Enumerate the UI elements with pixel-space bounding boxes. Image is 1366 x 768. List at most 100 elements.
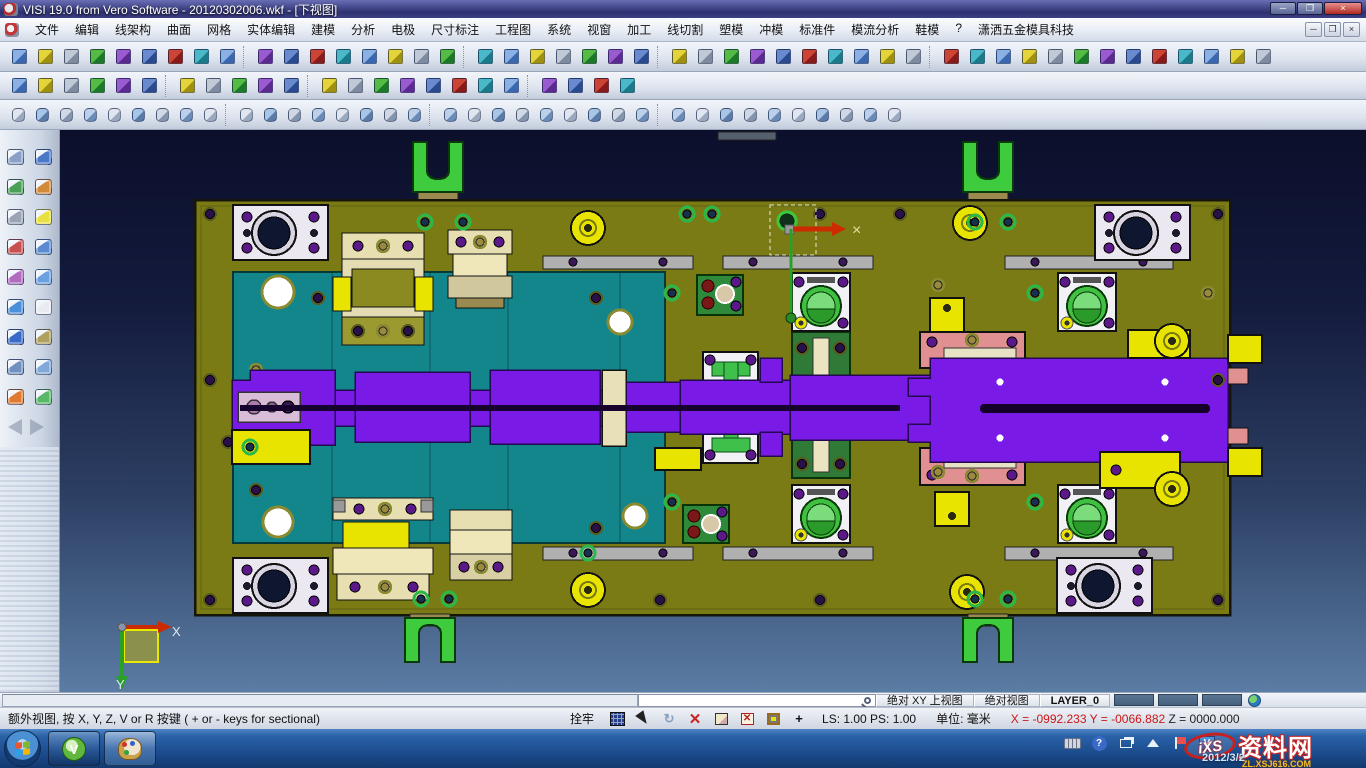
slider-unit-bottom-left[interactable]: [333, 498, 433, 600]
menu-item-18[interactable]: 模流分析: [843, 18, 907, 41]
toolbar2-icon-11[interactable]: [317, 74, 341, 98]
retainer-card-bottom[interactable]: [683, 505, 729, 543]
undo-reverse-icon[interactable]: [30, 354, 56, 379]
lifting-hook-bottom-left[interactable]: [405, 614, 455, 662]
toolbar1-icon-0[interactable]: [7, 45, 31, 69]
refresh-icon[interactable]: ↻: [660, 710, 678, 727]
toolbar1-icon-5[interactable]: [137, 45, 161, 69]
toolbar1-icon-1[interactable]: [33, 45, 57, 69]
zoom-view-icon[interactable]: [2, 144, 28, 169]
dimension-tool-icon[interactable]: [30, 324, 56, 349]
toolbar3-icon-14[interactable]: [355, 104, 377, 126]
toolbar2-icon-3[interactable]: [85, 74, 109, 98]
menu-item-11[interactable]: 系统: [539, 18, 579, 41]
profile-extract-icon[interactable]: [30, 204, 56, 229]
toolbar1-icon-34[interactable]: [939, 45, 963, 69]
toolbar2-icon-10[interactable]: [279, 74, 303, 98]
lifter-card-top-right[interactable]: [1058, 273, 1116, 331]
cad-viewport[interactable]: × X Y: [60, 130, 1366, 692]
close-button[interactable]: ×: [1324, 2, 1362, 15]
toolbar1-icon-14[interactable]: [383, 45, 407, 69]
select-frame-icon[interactable]: [2, 174, 28, 199]
maximize-button[interactable]: ❐: [1297, 2, 1323, 15]
toolbar1-icon-31[interactable]: [849, 45, 873, 69]
target-box-icon[interactable]: [764, 710, 782, 727]
menu-item-7[interactable]: 分析: [343, 18, 383, 41]
toolbar3-icon-1[interactable]: [31, 104, 53, 126]
toolbar3-icon-2[interactable]: [55, 104, 77, 126]
menu-item-16[interactable]: 冲模: [751, 18, 791, 41]
toolbar3-icon-10[interactable]: [259, 104, 281, 126]
toolbar3-icon-5[interactable]: [127, 104, 149, 126]
toolbar2-icon-2[interactable]: [59, 74, 83, 98]
toolbar2-icon-7[interactable]: [201, 74, 225, 98]
guide-bushing-plate-top-right[interactable]: [1095, 205, 1190, 260]
toolbar3-icon-24[interactable]: [607, 104, 629, 126]
toolbar2-icon-12[interactable]: [343, 74, 367, 98]
toolbar2-icon-6[interactable]: [175, 74, 199, 98]
start-button[interactable]: [4, 730, 41, 767]
toolbar1-icon-13[interactable]: [357, 45, 381, 69]
toolbar3-icon-35[interactable]: [883, 104, 905, 126]
toolbar3-icon-29[interactable]: [739, 104, 761, 126]
freehand-sketch-icon[interactable]: [30, 234, 56, 259]
toolbar1-icon-38[interactable]: [1043, 45, 1067, 69]
retainer-card-top[interactable]: [697, 275, 743, 315]
toolbar3-icon-4[interactable]: [103, 104, 125, 126]
toolbar3-icon-0[interactable]: [7, 104, 29, 126]
menu-item-14[interactable]: 线切割: [659, 18, 711, 41]
menu-item-5[interactable]: 实体编辑: [239, 18, 303, 41]
guide-bushing-plate-top-left[interactable]: [233, 205, 328, 260]
toolbar1-icon-19[interactable]: [525, 45, 549, 69]
toolbar2-icon-17[interactable]: [473, 74, 497, 98]
lifter-card-bottom-right[interactable]: [1058, 485, 1116, 543]
color-swatch-button-3[interactable]: [1202, 694, 1242, 706]
toolbar3-icon-23[interactable]: [583, 104, 605, 126]
toolbar3-icon-26[interactable]: [667, 104, 689, 126]
help-tray-icon[interactable]: ?: [1090, 735, 1108, 751]
toolbar1-icon-8[interactable]: [215, 45, 239, 69]
toolbar2-icon-8[interactable]: [227, 74, 251, 98]
toolbar1-icon-36[interactable]: [991, 45, 1015, 69]
toolbar1-icon-9[interactable]: [253, 45, 277, 69]
menu-item-2[interactable]: 线架构: [107, 18, 159, 41]
toolbar3-icon-33[interactable]: [835, 104, 857, 126]
toolbar3-icon-19[interactable]: [487, 104, 509, 126]
toolbar1-icon-26[interactable]: [719, 45, 743, 69]
toolbar1-icon-42[interactable]: [1147, 45, 1171, 69]
toolbar3-icon-30[interactable]: [763, 104, 785, 126]
toolbar3-icon-12[interactable]: [307, 104, 329, 126]
edit-curve-icon[interactable]: [30, 144, 56, 169]
toolbar3-icon-11[interactable]: [283, 104, 305, 126]
toolbar1-icon-18[interactable]: [499, 45, 523, 69]
toolbar2-icon-9[interactable]: [253, 74, 277, 98]
toolbar1-icon-44[interactable]: [1199, 45, 1223, 69]
toolbar1-icon-16[interactable]: [435, 45, 459, 69]
toolbar1-icon-4[interactable]: [111, 45, 135, 69]
toolbar1-icon-39[interactable]: [1069, 45, 1093, 69]
toolbar1-icon-35[interactable]: [965, 45, 989, 69]
menu-item-6[interactable]: 建模: [303, 18, 343, 41]
tray-expand-icon[interactable]: [1144, 735, 1162, 751]
toolbar1-icon-22[interactable]: [603, 45, 627, 69]
lifter-card-top-left[interactable]: [792, 273, 850, 331]
toolbar2-icon-14[interactable]: [395, 74, 419, 98]
toolbar1-icon-11[interactable]: [305, 45, 329, 69]
guide-bushing-plate-bottom-left[interactable]: [233, 558, 328, 613]
color-swatch-button-1[interactable]: [1114, 694, 1154, 706]
minimize-button[interactable]: ─: [1270, 2, 1296, 15]
toolbar1-icon-30[interactable]: [823, 45, 847, 69]
title-bar[interactable]: VISI 19.0 from Vero Software - 201203020…: [0, 0, 1366, 18]
mdi-minimize-button[interactable]: ─: [1305, 22, 1322, 37]
toolbar1-icon-7[interactable]: [189, 45, 213, 69]
toolbar2-icon-4[interactable]: [111, 74, 135, 98]
toolbar1-icon-32[interactable]: [875, 45, 899, 69]
toolbar1-icon-41[interactable]: [1121, 45, 1145, 69]
toolbar3-icon-8[interactable]: [199, 104, 221, 126]
toolbar1-icon-3[interactable]: [85, 45, 109, 69]
delete-trash-icon[interactable]: [2, 354, 28, 379]
menu-item-21[interactable]: 潇洒五金模具科技: [970, 18, 1082, 41]
menu-item-9[interactable]: 尺寸标注: [423, 18, 487, 41]
back-arrow-icon[interactable]: [8, 419, 22, 435]
cursor-select-icon[interactable]: [634, 710, 652, 727]
